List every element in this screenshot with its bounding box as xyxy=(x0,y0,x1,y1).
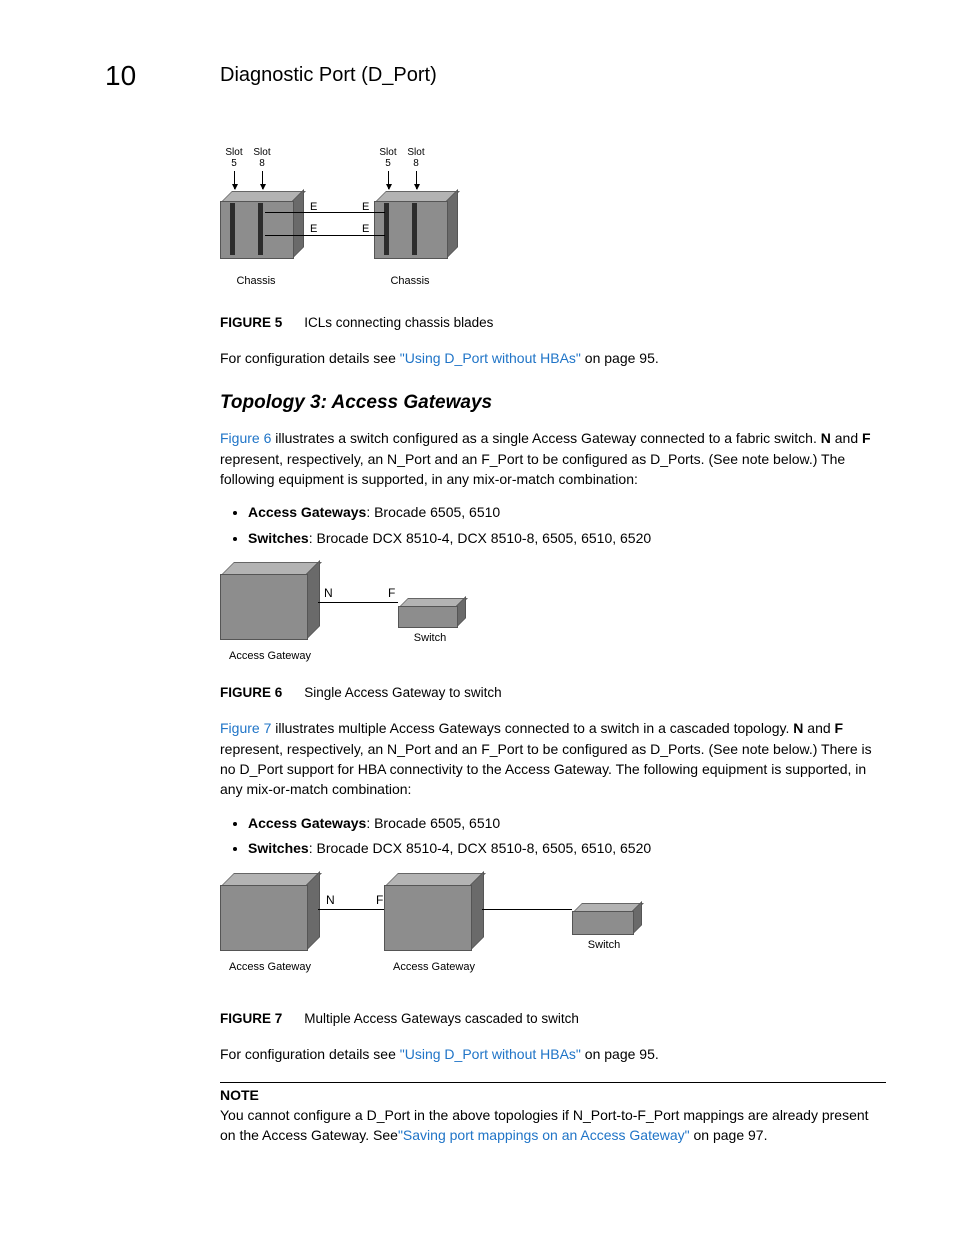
figure-7-caption: FIGURE 7Multiple Access Gateways cascade… xyxy=(220,1011,886,1026)
arrow-icon xyxy=(262,171,263,189)
note-body: You cannot configure a D_Port in the abo… xyxy=(220,1105,886,1146)
link-using-dport-without-hbas[interactable]: "Using D_Port without HBAs" xyxy=(400,1046,581,1062)
access-gateway-label: Access Gateway xyxy=(220,650,320,662)
list-item: Access Gateways: Brocade 6505, 6510 xyxy=(248,814,886,834)
paragraph: For configuration details see "Using D_P… xyxy=(220,348,886,368)
e-label: E xyxy=(310,223,317,235)
chassis-right xyxy=(374,191,459,259)
switch-box xyxy=(572,903,644,935)
link-figure-7[interactable]: Figure 7 xyxy=(220,720,271,736)
figure-5-diagram: Slot5 Slot8 Slot5 Slot8 xyxy=(220,147,460,297)
arrow-icon xyxy=(416,171,417,189)
equipment-list: Access Gateways: Brocade 6505, 6510 Swit… xyxy=(220,503,886,548)
figure-6-caption: FIGURE 6Single Access Gateway to switch xyxy=(220,685,886,700)
e-label: E xyxy=(362,201,369,213)
figure-7-diagram: Access Gateway N F Access Gateway Switch xyxy=(220,873,660,993)
chassis-label: Chassis xyxy=(380,275,440,287)
paragraph: For configuration details see "Using D_P… xyxy=(220,1044,886,1064)
e-label: E xyxy=(362,223,369,235)
n-label: N xyxy=(326,893,335,907)
chassis-left xyxy=(220,191,305,259)
slot-8-label-left: Slot8 xyxy=(250,147,274,169)
list-item: Switches: Brocade DCX 8510-4, DCX 8510-8… xyxy=(248,529,886,549)
slot-8-label-right: Slot8 xyxy=(404,147,428,169)
switch-box xyxy=(398,598,468,628)
link-using-dport-without-hbas[interactable]: "Using D_Port without HBAs" xyxy=(400,350,581,366)
access-gateway-label: Access Gateway xyxy=(220,961,320,973)
access-gateway-box xyxy=(384,873,484,951)
slot-5-label-left: Slot5 xyxy=(222,147,246,169)
link-saving-port-mappings[interactable]: "Saving port mappings on an Access Gatew… xyxy=(398,1127,690,1143)
figure-5-caption: FIGURE 5ICLs connecting chassis blades xyxy=(220,315,886,330)
f-label: F xyxy=(388,586,395,600)
access-gateway-box xyxy=(220,562,320,640)
f-label: F xyxy=(376,893,383,907)
page-title: Diagnostic Port (D_Port) xyxy=(220,64,437,87)
e-label: E xyxy=(310,201,317,213)
chassis-label: Chassis xyxy=(226,275,286,287)
topology-3-heading: Topology 3: Access Gateways xyxy=(220,392,886,414)
equipment-list: Access Gateways: Brocade 6505, 6510 Swit… xyxy=(220,814,886,859)
arrow-icon xyxy=(388,171,389,189)
note-label: NOTE xyxy=(220,1087,886,1103)
list-item: Access Gateways: Brocade 6505, 6510 xyxy=(248,503,886,523)
link-figure-6[interactable]: Figure 6 xyxy=(220,430,271,446)
access-gateway-label: Access Gateway xyxy=(384,961,484,973)
chapter-number: 10 xyxy=(105,60,220,92)
paragraph: Figure 7 illustrates multiple Access Gat… xyxy=(220,718,886,799)
switch-label: Switch xyxy=(400,632,460,644)
list-item: Switches: Brocade DCX 8510-4, DCX 8510-8… xyxy=(248,839,886,859)
slot-5-label-right: Slot5 xyxy=(376,147,400,169)
paragraph: Figure 6 illustrates a switch configured… xyxy=(220,428,886,489)
note-rule xyxy=(220,1082,886,1083)
access-gateway-box xyxy=(220,873,320,951)
figure-6-diagram: Access Gateway N F Switch xyxy=(220,562,480,667)
switch-label: Switch xyxy=(574,939,634,951)
n-label: N xyxy=(324,586,333,600)
arrow-icon xyxy=(234,171,235,189)
